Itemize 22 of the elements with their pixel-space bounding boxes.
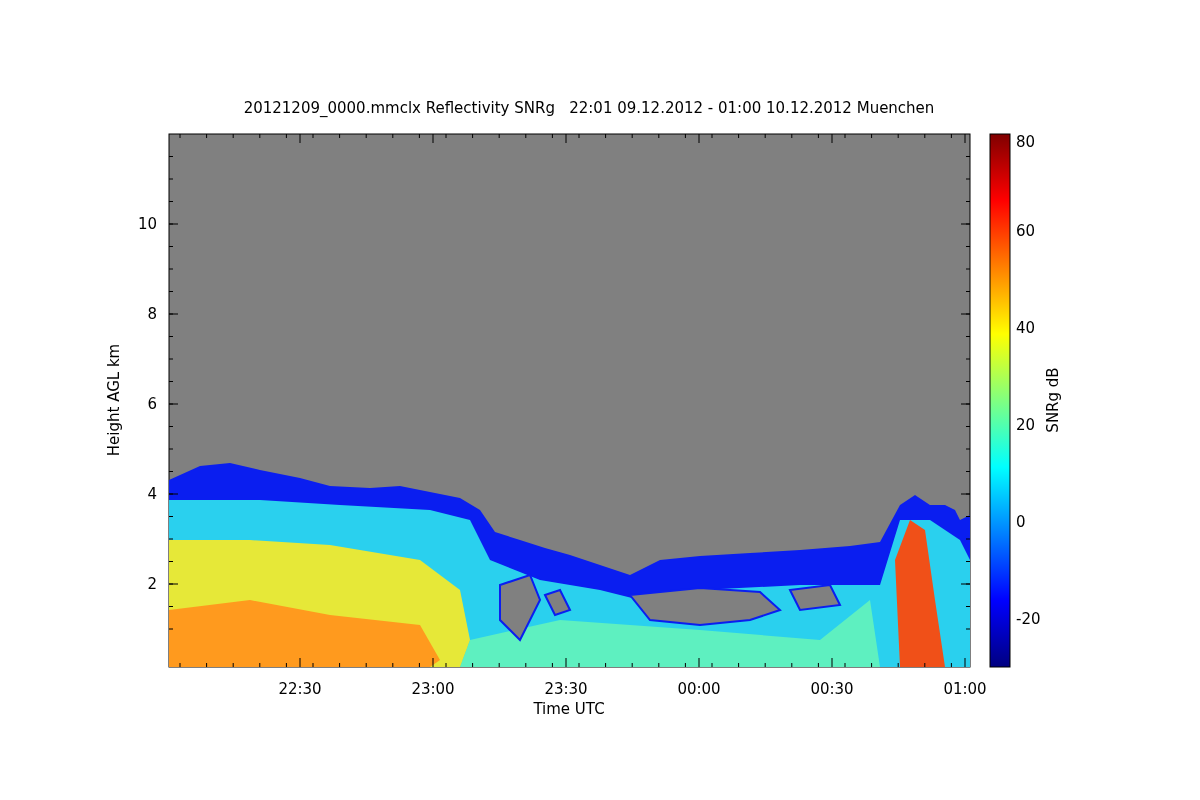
- chart-title: 20121209_0000.mmclx Reflectivity SNRg 22:01 09.12.2012 - 01:00 10.12.2012 Muenchen: [243, 99, 935, 117]
- y-tick-label: 4: [147, 485, 157, 503]
- y-tick-label: 8: [147, 305, 157, 323]
- colorbar-tick-label: -20: [1016, 609, 1041, 628]
- x-axis-label: Time UTC: [533, 700, 605, 718]
- colorbar-tick-label: 20: [1016, 415, 1036, 434]
- x-tick-label: 23:00: [411, 680, 455, 698]
- echo-gap: [788, 583, 842, 612]
- colorbar-label: SNRg dB: [1044, 367, 1062, 433]
- y-tick-label: 10: [137, 215, 157, 233]
- colorbar-tick-label: 60: [1016, 221, 1036, 240]
- colorbar-tick-label: 80: [1016, 133, 1036, 151]
- colorbar-tick-label: 0: [1016, 512, 1026, 531]
- y-tick-label: 2: [147, 575, 157, 593]
- x-tick-label: 00:30: [810, 680, 854, 698]
- x-tick-label: 22:30: [278, 680, 322, 698]
- y-axis-label: Height AGL km: [105, 343, 123, 457]
- x-tick-label: 00:00: [677, 680, 721, 698]
- x-tick-label: 23:30: [544, 680, 588, 698]
- colorbar-tick-label: 40: [1016, 318, 1036, 337]
- y-tick-label: 6: [147, 395, 157, 413]
- x-tick-label: 01:00: [943, 680, 987, 698]
